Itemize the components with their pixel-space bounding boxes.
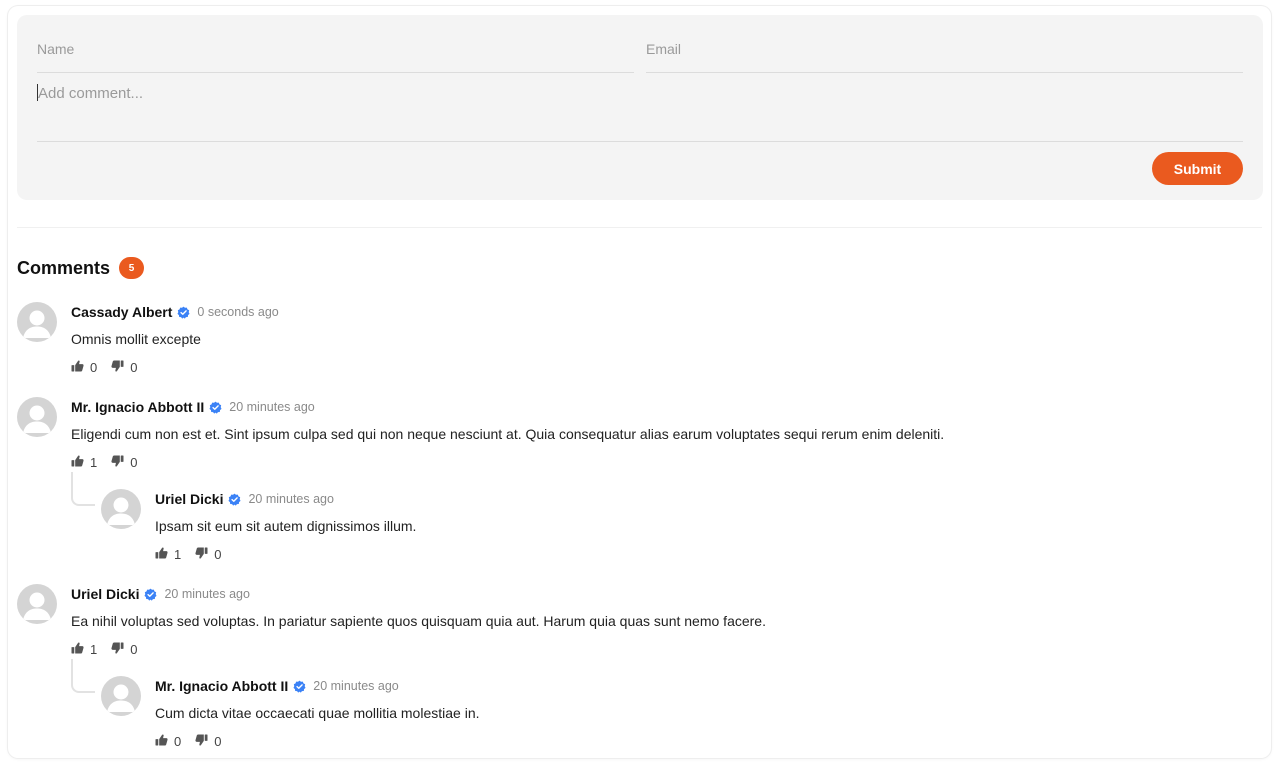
verified-badge-icon (144, 588, 157, 601)
user-avatar-icon (17, 397, 57, 437)
like-button[interactable]: 1 (71, 642, 97, 657)
comment-text: Omnis mollit excepte (71, 331, 201, 347)
comment-placeholder: Add comment... (38, 85, 144, 102)
like-count: 1 (174, 547, 182, 562)
like-button[interactable]: 1 (71, 455, 97, 470)
thumbs-down-icon (111, 642, 130, 657)
like-button[interactable]: 1 (155, 547, 181, 562)
reply-thread-line (71, 472, 95, 506)
verified-badge-icon (177, 306, 190, 319)
thumbs-down-icon (195, 547, 214, 562)
user-avatar-icon (101, 676, 141, 716)
comment-actions: 10 (71, 455, 151, 470)
dislike-button[interactable]: 0 (195, 547, 221, 562)
dislike-count: 0 (214, 734, 222, 749)
comment-timestamp: 20 minutes ago (229, 400, 315, 414)
comment-actions: 00 (155, 734, 235, 749)
verified-badge-icon (228, 493, 241, 506)
dislike-count: 0 (130, 642, 138, 657)
thumbs-down-icon (111, 360, 130, 375)
like-count: 0 (90, 360, 98, 375)
comments-header: Comments 5 (17, 257, 145, 279)
email-placeholder: Email (646, 41, 682, 57)
dislike-button[interactable]: 0 (195, 734, 221, 749)
comment-item: Uriel Dicki 20 minutes ago Ea nihil volupt… (17, 584, 1117, 664)
thumbs-up-icon (71, 642, 90, 657)
thumbs-up-icon (155, 734, 174, 749)
thumbs-down-icon (111, 455, 130, 470)
name-placeholder: Name (37, 41, 75, 57)
name-field[interactable]: Name (37, 37, 634, 73)
verified-badge-icon (209, 401, 222, 414)
comment-timestamp: 20 minutes ago (164, 587, 250, 601)
comment-timestamp: 20 minutes ago (248, 492, 334, 506)
comment-text: Eligendi cum non est et. Sint ipsum culp… (71, 426, 945, 442)
thumbs-up-icon (71, 360, 90, 375)
comment-timestamp: 20 minutes ago (313, 679, 399, 693)
comment-author[interactable]: Mr. Ignacio Abbott II (155, 678, 288, 694)
user-avatar-icon (17, 584, 57, 624)
dislike-count: 0 (130, 360, 138, 375)
dislike-count: 0 (130, 455, 138, 470)
user-avatar-icon (101, 489, 141, 529)
like-button[interactable]: 0 (71, 360, 97, 375)
comment-item-reply: Uriel Dicki 20 minutes ago Ipsam sit eum s… (101, 489, 1201, 569)
thumbs-up-icon (155, 547, 174, 562)
comment-text: Cum dicta vitae occaecati quae mollitia … (155, 705, 480, 721)
comment-text: Ipsam sit eum sit autem dignissimos illu… (155, 518, 417, 534)
dislike-button[interactable]: 0 (111, 642, 137, 657)
dislike-count: 0 (214, 547, 222, 562)
comment-author[interactable]: Mr. Ignacio Abbott II (71, 399, 204, 415)
reply-thread-line (71, 659, 95, 693)
thumbs-up-icon (71, 455, 90, 470)
user-avatar-icon (17, 302, 57, 342)
section-divider (17, 227, 1262, 228)
like-count: 1 (90, 455, 98, 470)
comment-author[interactable]: Uriel Dicki (71, 586, 139, 602)
comment-item: Mr. Ignacio Abbott II 20 minutes ago Elige… (17, 397, 1117, 477)
comment-textarea[interactable]: Add comment... (37, 81, 1243, 142)
comment-item-reply: Mr. Ignacio Abbott II 20 minutes ago Cum d… (101, 676, 1201, 756)
comment-form: Name Email Add comment... Submit (17, 15, 1263, 200)
comment-author[interactable]: Cassady Albert (71, 304, 172, 320)
comment-item: Cassady Albert 0 seconds ago Omnis mollit … (17, 302, 1117, 382)
like-button[interactable]: 0 (155, 734, 181, 749)
verified-badge-icon (293, 680, 306, 693)
comment-actions: 10 (155, 547, 235, 562)
comments-title: Comments (17, 257, 111, 278)
thumbs-down-icon (195, 734, 214, 749)
email-field[interactable]: Email (646, 37, 1243, 73)
like-count: 1 (90, 642, 98, 657)
comment-actions: 00 (71, 360, 151, 375)
comment-text: Ea nihil voluptas sed voluptas. In paria… (71, 613, 766, 629)
comment-timestamp: 0 seconds ago (197, 305, 279, 319)
like-count: 0 (174, 734, 182, 749)
comment-actions: 10 (71, 642, 151, 657)
submit-button[interactable]: Submit (1152, 152, 1243, 185)
comments-widget: Name Email Add comment... Submit Comment… (8, 6, 1271, 758)
dislike-button[interactable]: 0 (111, 455, 137, 470)
dislike-button[interactable]: 0 (111, 360, 137, 375)
comment-author[interactable]: Uriel Dicki (155, 491, 223, 507)
comments-count-badge: 5 (119, 257, 145, 279)
